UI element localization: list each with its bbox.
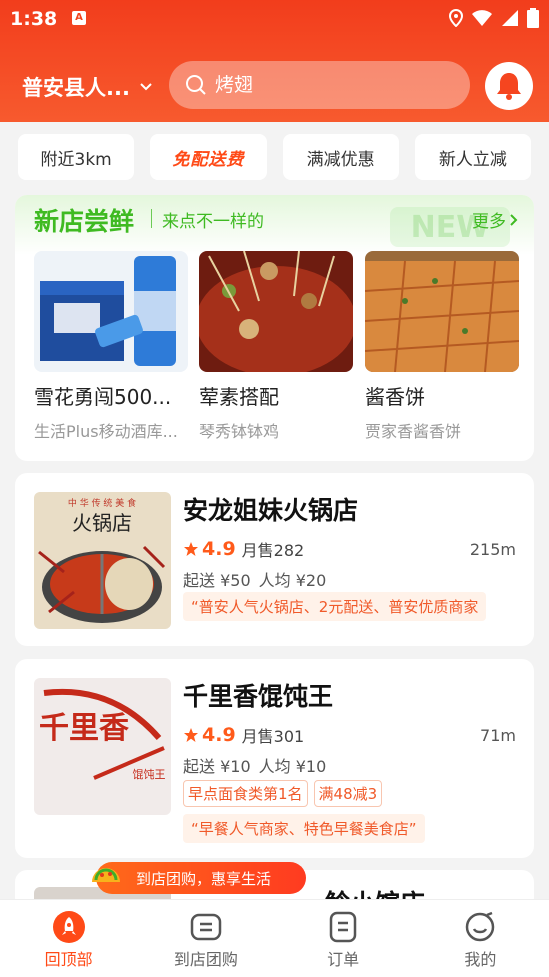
avg-price: 人均 ¥20	[258, 571, 327, 590]
slogan-row: “早餐人气商家、特色早餐美食店”	[183, 814, 425, 843]
notification-button[interactable]	[485, 62, 533, 110]
star-icon	[184, 728, 198, 742]
logo-text: 千里香	[39, 711, 129, 746]
logo-side-text: 馄饨王	[133, 768, 166, 781]
filter-nearby[interactable]: 附近3km	[18, 134, 135, 180]
header: 1:38 A 普安县人...	[0, 0, 549, 122]
shop-name: 生活Plus移动酒库...	[34, 422, 178, 441]
pancake-image	[365, 251, 519, 372]
profile-icon	[466, 911, 495, 942]
avg-price: 人均 ¥10	[258, 757, 327, 776]
store-image: 千里香 馄饨王	[34, 678, 171, 815]
rating-value: 4.9	[202, 724, 236, 746]
image-caption: 火锅店	[72, 511, 132, 535]
store-image: 中 华 传 统 美 食 火锅店	[34, 492, 171, 629]
tab-label: 订单	[327, 950, 360, 969]
more-label: 更多	[472, 212, 506, 232]
status-icons	[449, 8, 539, 28]
product-image	[365, 251, 519, 372]
tab-orders[interactable]: 订单	[275, 900, 412, 977]
shop-name: 琴秀钵钵鸡	[199, 422, 280, 441]
notification-badge-icon: A	[72, 11, 86, 25]
more-link[interactable]: 更多	[472, 207, 518, 232]
search-bar[interactable]	[169, 61, 470, 109]
filter-bar: 附近3km 免配送费 满减优惠 新人立减	[18, 134, 531, 180]
location-selector[interactable]: 普安县人...	[22, 72, 152, 102]
search-input[interactable]	[215, 74, 435, 96]
distance: 71m	[480, 725, 516, 745]
store-name: 千里香馄饨王	[183, 682, 334, 711]
section-subtitle: 来点不一样的	[162, 212, 264, 232]
divider	[151, 209, 152, 228]
image-caption-top: 中 华 传 统 美 食	[68, 497, 136, 509]
min-order: 起送 ¥10	[183, 757, 251, 776]
battery-icon	[527, 8, 539, 28]
location-pin-icon	[449, 9, 463, 27]
monthly-sales: 月售301	[241, 727, 305, 746]
tab-label: 回顶部	[44, 950, 93, 969]
fee-row: 起送 ¥50 人均 ¥20	[183, 567, 326, 591]
filter-free-delivery[interactable]: 免配送费	[150, 134, 267, 180]
group-buy-banner[interactable]: 到店团购，惠享生活	[96, 862, 306, 894]
new-stores-section: NEW 新店尝鲜 来点不一样的 更多 雪花勇闯500... 生活Plus移动酒库…	[15, 195, 534, 461]
tab-label: 到店团购	[173, 950, 238, 969]
rating-value: 4.9	[202, 538, 236, 560]
rating-row: 4.9 月售282 215m	[183, 537, 516, 561]
ticket-icon	[190, 913, 222, 941]
new-store-item[interactable]: 荤素搭配 琴秀钵钵鸡	[199, 251, 353, 442]
fee-row: 起送 ¥10 人均 ¥10	[183, 753, 326, 777]
store-name: 安龙姐妹火锅店	[183, 496, 359, 525]
chevron-right-icon	[510, 213, 518, 226]
status-bar: 1:38 A	[0, 0, 549, 36]
hotpot-image: 中 华 传 统 美 食 火锅店	[34, 492, 171, 629]
rating: 4.9	[183, 538, 236, 560]
tab-profile[interactable]: 我的	[412, 900, 549, 977]
tag-row: “普安人气火锅店、2元配送、普安优质商家	[183, 592, 487, 621]
new-store-item[interactable]: 雪花勇闯500... 生活Plus移动酒库...	[34, 251, 188, 442]
banner-label: 到店团购，惠享生活	[136, 869, 272, 888]
order-icon	[329, 911, 357, 943]
search-icon	[186, 75, 206, 95]
beer-image	[34, 251, 188, 372]
tab-group-buy[interactable]: 到店团购	[137, 900, 274, 977]
tab-label: 我的	[464, 950, 497, 969]
filter-discount[interactable]: 满减优惠	[282, 134, 399, 180]
bell-icon	[497, 73, 521, 100]
signal-icon	[502, 10, 518, 26]
chevron-down-icon	[140, 83, 152, 91]
discount-tag: 满48减3	[313, 780, 383, 807]
store-card[interactable]: 千里香 馄饨王 千里香馄饨王 4.9 月售301 71m 起送 ¥10 人均 ¥…	[15, 659, 534, 858]
store-slogan: “早餐人气商家、特色早餐美食店”	[183, 814, 425, 843]
bottom-tab-bar: 回顶部 到店团购 订单 我的	[0, 899, 549, 977]
new-store-item[interactable]: 酱香饼 贾家香酱香饼	[365, 251, 519, 442]
section-title: 新店尝鲜	[34, 207, 135, 236]
product-name: 荤素搭配	[199, 385, 279, 409]
location-label: 普安县人...	[22, 76, 130, 100]
store-slogan: “普安人气火锅店、2元配送、普安优质商家	[183, 592, 487, 621]
star-icon	[184, 542, 198, 556]
rocket-icon	[52, 911, 85, 943]
distance: 215m	[469, 539, 516, 559]
wonton-logo-image: 千里香 馄饨王	[34, 678, 171, 815]
skewers-image	[199, 251, 353, 372]
min-order: 起送 ¥50	[183, 571, 251, 590]
product-name: 雪花勇闯500...	[34, 385, 172, 409]
shop-name: 贾家香酱香饼	[365, 422, 462, 441]
tab-back-to-top[interactable]: 回顶部	[0, 900, 137, 977]
product-image	[34, 251, 188, 372]
status-time: 1:38	[10, 8, 58, 30]
product-image	[199, 251, 353, 372]
taco-icon	[92, 868, 120, 882]
tag-row: 早点面食类第1名 满48减3	[183, 780, 383, 807]
monthly-sales: 月售282	[241, 541, 305, 560]
filter-new-user[interactable]: 新人立减	[414, 134, 531, 180]
rating: 4.9	[183, 724, 236, 746]
product-name: 酱香饼	[365, 385, 425, 409]
wifi-icon	[472, 10, 492, 26]
rank-tag: 早点面食类第1名	[183, 780, 308, 807]
rating-row: 4.9 月售301 71m	[183, 723, 516, 747]
store-card[interactable]: 中 华 传 统 美 食 火锅店 安龙姐妹火锅店 4.9 月售282 215m 起…	[15, 473, 534, 646]
